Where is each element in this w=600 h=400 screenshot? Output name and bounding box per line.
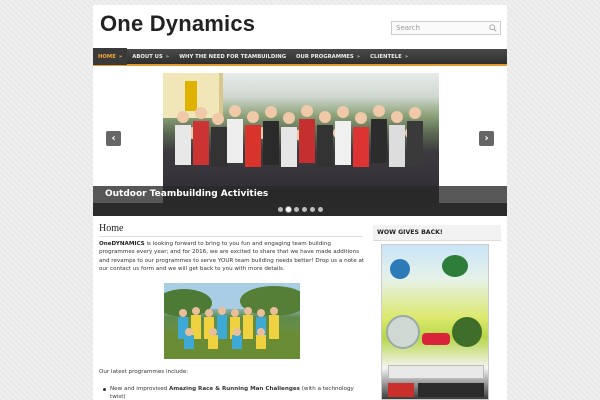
chevron-right-icon: » xyxy=(404,53,409,60)
poster-badge xyxy=(422,333,450,345)
search-placeholder: Search xyxy=(396,24,421,32)
poster-figure xyxy=(442,255,468,277)
group-photo xyxy=(164,283,300,359)
slider-dot[interactable] xyxy=(277,207,283,212)
next-slide-button[interactable]: › xyxy=(479,131,494,146)
search-icon[interactable] xyxy=(489,24,497,32)
search-input[interactable]: Search xyxy=(391,21,501,35)
page-container: One Dynamics Search Home » About Us » Wh… xyxy=(93,5,507,400)
poster-figure xyxy=(452,317,482,347)
title-divider xyxy=(99,236,363,237)
bullet-bold[interactable]: Amazing Race & Running Man Challenges xyxy=(169,386,300,392)
bullet-prefix: New and improvised xyxy=(110,386,169,392)
nav-item-home[interactable]: Home » xyxy=(93,48,128,65)
latest-programmes-label: Our latest programmes include: xyxy=(99,369,189,375)
slider-pagination xyxy=(93,203,507,216)
chevron-right-icon: » xyxy=(165,53,170,60)
slide-ghost-left xyxy=(93,73,163,203)
slider-dot[interactable] xyxy=(285,207,291,212)
nav-label: Clientele xyxy=(370,53,402,60)
slider-dot[interactable] xyxy=(317,207,323,212)
nav-item-clientele[interactable]: Clientele » xyxy=(365,48,413,65)
nav-item-why-teambuilding[interactable]: Why the Need for Teambuilding xyxy=(174,48,291,65)
wow-gives-back-poster[interactable] xyxy=(381,244,489,400)
list-item: New and improvised Amazing Race & Runnin… xyxy=(103,385,360,400)
main-nav: Home » About Us » Why the Need for Teamb… xyxy=(93,48,507,66)
prev-slide-button[interactable]: ‹ xyxy=(106,131,121,146)
poster-sponsor-strip xyxy=(418,383,484,397)
nav-label: Home xyxy=(98,53,116,60)
chevron-right-icon: » xyxy=(118,53,123,60)
poster-figure xyxy=(390,259,410,279)
site-title[interactable]: One Dynamics xyxy=(100,11,255,37)
brand-name: OneDYNAMICS xyxy=(99,241,145,247)
nav-label: About Us xyxy=(132,53,163,60)
image-slider: ‹ › Outdoor Teambuilding Activities xyxy=(93,73,507,216)
poster-globe xyxy=(386,315,420,349)
caption-bar: Outdoor Teambuilding Activities xyxy=(93,186,507,203)
nav-label: Why the Need for Teambuilding xyxy=(179,53,287,60)
slider-dot[interactable] xyxy=(309,207,315,212)
poster-info-box xyxy=(388,365,484,379)
slide-ghost-right xyxy=(439,73,507,203)
page-title: Home xyxy=(99,223,124,234)
chevron-right-icon: » xyxy=(356,53,361,60)
intro-paragraph: OneDYNAMICS is looking forward to bring … xyxy=(99,240,365,273)
nav-item-our-programmes[interactable]: Our Programmes » xyxy=(291,48,365,65)
slide-caption[interactable]: Outdoor Teambuilding Activities xyxy=(105,189,268,199)
slider-dot[interactable] xyxy=(301,207,307,212)
slider-dot[interactable] xyxy=(293,207,299,212)
sidebar-widget-header: WOW GIVES BACK! xyxy=(373,225,501,241)
poster-logo xyxy=(388,383,414,397)
slide-image[interactable] xyxy=(163,73,439,203)
sidebar-widget-title: WOW GIVES BACK! xyxy=(377,229,443,236)
nav-label: Our Programmes xyxy=(296,53,354,60)
group-photo-graphic xyxy=(164,283,300,359)
nav-item-about-us[interactable]: About Us » xyxy=(127,48,174,65)
